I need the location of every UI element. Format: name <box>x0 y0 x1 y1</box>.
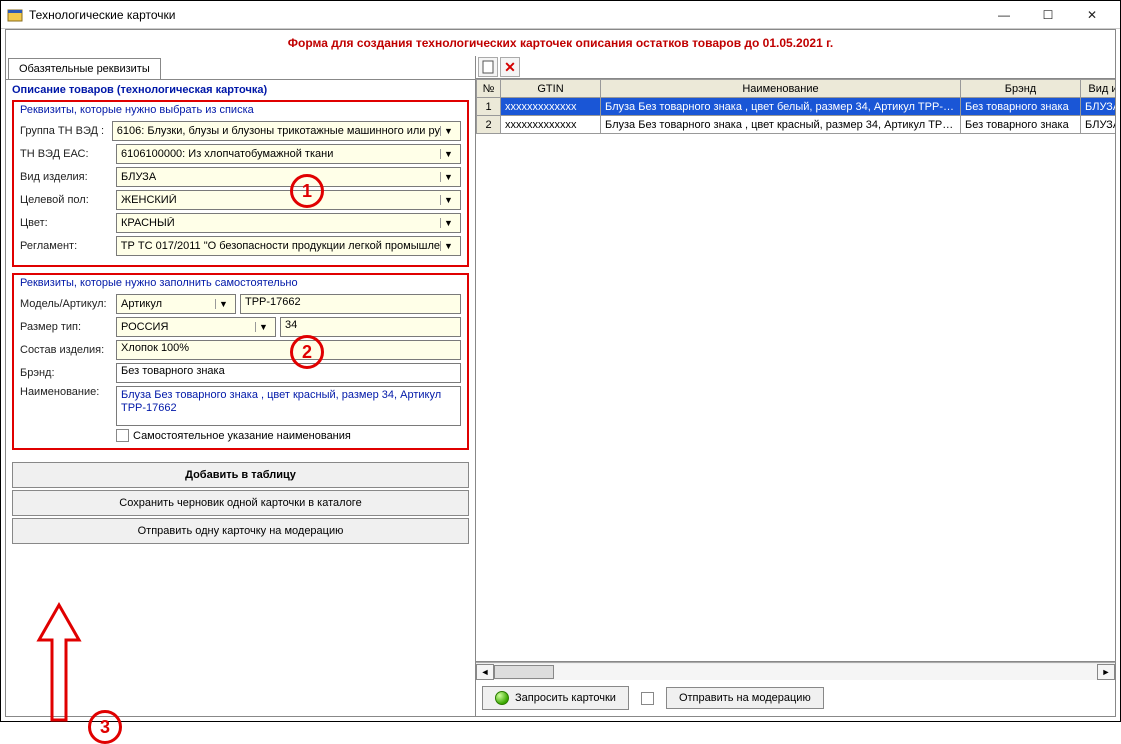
col-header-gtin[interactable]: GTIN <box>501 80 601 98</box>
fieldset-manual-fill: Реквизиты, которые нужно заполнить самос… <box>12 273 469 450</box>
label-model: Модель/Артикул: <box>20 298 112 310</box>
horizontal-scrollbar[interactable]: ◄ ► <box>476 662 1115 680</box>
request-cards-button[interactable]: Запросить карточки <box>482 686 629 710</box>
app-icon <box>7 7 23 23</box>
minimize-button[interactable]: — <box>982 1 1026 29</box>
chevron-down-icon: ▼ <box>440 195 456 205</box>
col-header-name[interactable]: Наименование <box>601 80 961 98</box>
chevron-down-icon: ▼ <box>215 299 231 309</box>
checkbox-manual-name-label: Самостоятельное указание наименования <box>133 430 351 442</box>
combo-gender[interactable]: ЖЕНСКИЙ▼ <box>116 190 461 210</box>
send-moderation-button[interactable]: Отправить на модерацию <box>666 687 824 709</box>
right-pane: ✕ № GTIN Наименование Брэнд Вид из <box>476 56 1115 716</box>
label-tnved-group: Группа ТН ВЭД : <box>20 125 108 137</box>
input-model-value[interactable]: ТРР-17662 <box>240 294 461 314</box>
label-gender: Целевой пол: <box>20 194 112 206</box>
bottom-bar: Запросить карточки Отправить на модераци… <box>476 680 1115 716</box>
checkbox-manual-name[interactable] <box>116 429 129 442</box>
app-window: Технологические карточки — ☐ ✕ Форма для… <box>0 0 1121 722</box>
data-grid[interactable]: № GTIN Наименование Брэнд Вид из 1 xxxxx… <box>476 79 1115 662</box>
tab-required[interactable]: Обазятельные реквизиты <box>8 58 161 79</box>
chevron-down-icon: ▼ <box>440 241 456 251</box>
chevron-down-icon: ▼ <box>440 149 456 159</box>
checkbox-request[interactable] <box>641 692 654 705</box>
right-toolbar: ✕ <box>476 56 1115 79</box>
close-button[interactable]: ✕ <box>1070 1 1114 29</box>
chevron-down-icon: ▼ <box>440 218 456 228</box>
combo-model-type[interactable]: Артикул▼ <box>116 294 236 314</box>
banner-text: Форма для создания технологических карто… <box>6 30 1115 56</box>
combo-reglament[interactable]: ТР ТС 017/2011 "О безопасности продукции… <box>116 236 461 256</box>
outer-panel: Форма для создания технологических карто… <box>5 29 1116 717</box>
save-draft-button[interactable]: Сохранить черновик одной карточки в ката… <box>12 490 469 516</box>
new-doc-button[interactable] <box>478 57 498 77</box>
maximize-button[interactable]: ☐ <box>1026 1 1070 29</box>
col-header-brand[interactable]: Брэнд <box>961 80 1081 98</box>
input-size-value[interactable]: 34 <box>280 317 461 337</box>
scroll-thumb[interactable] <box>494 665 554 679</box>
label-size: Размер тип: <box>20 321 112 333</box>
fieldset-select-list: Реквизиты, которые нужно выбрать из спис… <box>12 100 469 267</box>
fieldset-manual-legend: Реквизиты, которые нужно заполнить самос… <box>20 277 461 289</box>
fieldset-select-legend: Реквизиты, которые нужно выбрать из спис… <box>20 104 461 116</box>
add-to-table-button[interactable]: Добавить в таблицу <box>12 462 469 488</box>
chevron-down-icon: ▼ <box>440 126 456 136</box>
annotation-circle-3: 3 <box>88 710 122 744</box>
table-row[interactable]: 2 xxxxxxxxxxxxx Блуза Без товарного знак… <box>477 116 1116 134</box>
col-header-n[interactable]: № <box>477 80 501 98</box>
scroll-right-button[interactable]: ► <box>1097 664 1115 680</box>
delete-button[interactable]: ✕ <box>500 57 520 77</box>
section-title: Описание товаров (технологическая карточ… <box>6 80 475 98</box>
table-row[interactable]: 1 xxxxxxxxxxxxx Блуза Без товарного знак… <box>477 98 1116 116</box>
chevron-down-icon: ▼ <box>440 172 456 182</box>
left-pane: Обазятельные реквизиты Описание товаров … <box>6 56 476 716</box>
chevron-down-icon: ▼ <box>255 322 271 332</box>
label-brand: Брэнд: <box>20 367 112 379</box>
scroll-left-button[interactable]: ◄ <box>476 664 494 680</box>
combo-color[interactable]: КРАСНЫЙ▼ <box>116 213 461 233</box>
input-brand[interactable]: Без товарного знака <box>116 363 461 383</box>
combo-item-type[interactable]: БЛУЗА▼ <box>116 167 461 187</box>
combo-size-type[interactable]: РОССИЯ▼ <box>116 317 276 337</box>
window-title: Технологические карточки <box>29 8 982 22</box>
label-color: Цвет: <box>20 217 112 229</box>
refresh-icon <box>495 691 509 705</box>
label-reglament: Регламент: <box>20 240 112 252</box>
scroll-track[interactable] <box>494 664 1097 680</box>
label-name: Наименование: <box>20 386 112 398</box>
input-composition[interactable]: Хлопок 100% <box>116 340 461 360</box>
label-composition: Состав изделия: <box>20 344 112 356</box>
send-one-moderation-button[interactable]: Отправить одну карточку на модерацию <box>12 518 469 544</box>
annotation-arrow-up <box>34 600 84 730</box>
label-tnved-eac: ТН ВЭД ЕАС: <box>20 148 112 160</box>
col-header-vid[interactable]: Вид из <box>1081 80 1116 98</box>
combo-tnved-eac[interactable]: 6106100000: Из хлопчатобумажной ткани▼ <box>116 144 461 164</box>
titlebar: Технологические карточки — ☐ ✕ <box>1 1 1120 29</box>
combo-tnved-group[interactable]: 6106: Блузки, блузы и блузоны трикотажны… <box>112 121 461 141</box>
label-item-type: Вид изделия: <box>20 171 112 183</box>
input-name[interactable]: Блуза Без товарного знака , цвет красный… <box>116 386 461 426</box>
